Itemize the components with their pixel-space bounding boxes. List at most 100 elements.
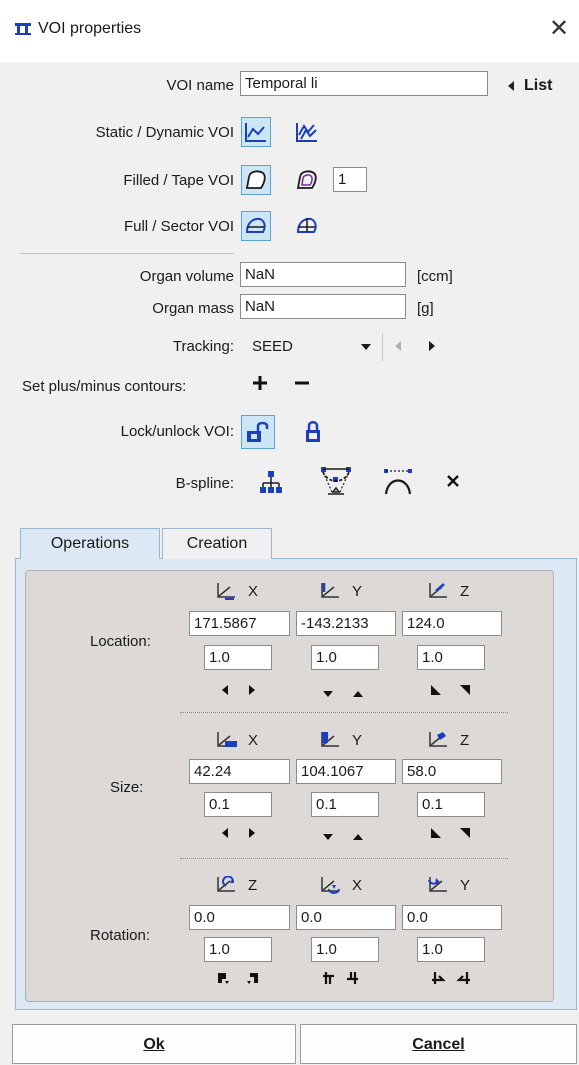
rotation-label: Rotation: bbox=[90, 927, 151, 944]
section-separator bbox=[180, 712, 508, 713]
static-voi-icon[interactable] bbox=[241, 117, 271, 147]
tab-creation[interactable]: Creation bbox=[162, 528, 272, 559]
size-z-header: Z bbox=[428, 731, 469, 749]
triangle-right-icon bbox=[249, 685, 255, 695]
rotate-z-icon bbox=[217, 876, 235, 892]
separator bbox=[20, 253, 234, 254]
location-y-increment[interactable] bbox=[352, 685, 364, 702]
tracking-label: Tracking: bbox=[172, 338, 234, 355]
dynamic-voi-icon[interactable] bbox=[292, 117, 322, 147]
rotation-z-input[interactable] bbox=[189, 905, 290, 930]
size-z-increment[interactable] bbox=[459, 826, 471, 843]
size-x-input[interactable] bbox=[189, 759, 290, 784]
rotate-y-icon bbox=[428, 877, 447, 892]
size-z-icon bbox=[429, 732, 447, 747]
rotation-y-ccw[interactable] bbox=[430, 971, 446, 989]
window-title: VOI properties bbox=[38, 20, 142, 37]
lock-icon[interactable] bbox=[296, 415, 330, 449]
rotation-z-cw[interactable] bbox=[246, 971, 260, 989]
location-z-decrement[interactable] bbox=[430, 683, 442, 700]
rotation-z-step[interactable] bbox=[204, 937, 272, 962]
rotation-y-cw[interactable] bbox=[456, 971, 472, 989]
location-x-input[interactable] bbox=[189, 611, 290, 636]
diagonal-up-icon bbox=[460, 828, 470, 838]
size-x-icon bbox=[217, 732, 237, 747]
ok-button[interactable]: Ok bbox=[12, 1024, 296, 1064]
rotate-x-icon bbox=[321, 877, 340, 894]
size-y-decrement[interactable] bbox=[322, 828, 334, 845]
rotation-x-step[interactable] bbox=[311, 937, 379, 962]
sector-voi-icon[interactable] bbox=[292, 211, 322, 241]
plus-minus-label: Set plus/minus contours: bbox=[22, 378, 187, 395]
rotate-x-cw-icon bbox=[347, 972, 358, 984]
bspline-curve-icon[interactable] bbox=[380, 464, 416, 500]
size-y-step[interactable] bbox=[311, 792, 379, 817]
size-x-step[interactable] bbox=[204, 792, 272, 817]
rotation-x-cw[interactable] bbox=[345, 971, 361, 989]
chevron-down-icon bbox=[361, 344, 371, 350]
tracking-value: SEED bbox=[252, 338, 293, 355]
location-y-decrement[interactable] bbox=[322, 685, 334, 702]
tape-voi-icon[interactable] bbox=[292, 165, 322, 195]
tape-width-input[interactable] bbox=[333, 167, 367, 192]
plus-icon bbox=[253, 376, 267, 390]
location-z-input[interactable] bbox=[402, 611, 502, 636]
location-label: Location: bbox=[90, 633, 151, 650]
lock-unlock-label: Lock/unlock VOI: bbox=[120, 423, 234, 440]
triangle-up-icon bbox=[353, 834, 363, 840]
location-z-step[interactable] bbox=[417, 645, 485, 670]
tab-operations[interactable]: Operations bbox=[20, 528, 160, 559]
bspline-remove-button[interactable] bbox=[446, 474, 460, 492]
size-y-increment[interactable] bbox=[352, 828, 364, 845]
size-x-decrement[interactable] bbox=[220, 826, 230, 843]
location-x-decrement[interactable] bbox=[220, 683, 230, 700]
bspline-label: B-spline: bbox=[175, 475, 234, 492]
rotation-x-input[interactable] bbox=[296, 905, 396, 930]
close-icon[interactable]: ✕ bbox=[544, 14, 574, 44]
location-x-increment[interactable] bbox=[247, 683, 257, 700]
rotation-z-header: Z bbox=[216, 876, 257, 894]
section-separator bbox=[180, 858, 508, 859]
rotate-cw-icon bbox=[247, 973, 258, 984]
triangle-right-icon bbox=[249, 828, 255, 838]
filled-tape-label: Filled / Tape VOI bbox=[123, 172, 234, 189]
rotation-x-ccw[interactable] bbox=[320, 971, 336, 989]
location-z-increment[interactable] bbox=[459, 683, 471, 700]
full-voi-icon[interactable] bbox=[241, 211, 271, 241]
tracking-select[interactable]: SEED bbox=[240, 333, 380, 361]
size-z-step[interactable] bbox=[417, 792, 485, 817]
unlock-icon[interactable] bbox=[241, 415, 275, 449]
rotation-y-input[interactable] bbox=[402, 905, 502, 930]
size-z-input[interactable] bbox=[402, 759, 502, 784]
rotation-y-step[interactable] bbox=[417, 937, 485, 962]
size-y-input[interactable] bbox=[296, 759, 396, 784]
triangle-left-icon bbox=[395, 341, 401, 351]
axis-x-icon bbox=[217, 583, 235, 600]
location-x-step[interactable] bbox=[204, 645, 272, 670]
bspline-tree-icon[interactable] bbox=[254, 466, 288, 500]
diagonal-down-icon bbox=[431, 828, 441, 838]
size-y-icon bbox=[321, 732, 339, 747]
voi-name-input[interactable] bbox=[240, 71, 488, 96]
cancel-button[interactable]: Cancel bbox=[300, 1024, 577, 1064]
location-y-header: Y bbox=[320, 582, 362, 600]
organ-volume-input[interactable] bbox=[240, 262, 406, 287]
rotation-z-ccw[interactable] bbox=[216, 971, 230, 989]
rotate-ccw-icon bbox=[218, 973, 229, 984]
location-y-input[interactable] bbox=[296, 611, 396, 636]
rotation-y-header: Y bbox=[428, 876, 470, 894]
location-x-header: X bbox=[216, 582, 258, 600]
tracking-next-button[interactable] bbox=[427, 339, 437, 357]
location-y-step[interactable] bbox=[311, 645, 379, 670]
organ-mass-input[interactable] bbox=[240, 294, 406, 319]
organ-volume-unit: [ccm] bbox=[417, 268, 453, 285]
bspline-control-points-icon[interactable] bbox=[316, 462, 356, 502]
filled-voi-icon[interactable] bbox=[241, 165, 271, 195]
triangle-down-icon bbox=[323, 691, 333, 697]
tracking-prev-button[interactable] bbox=[393, 339, 403, 357]
size-z-decrement[interactable] bbox=[430, 826, 442, 843]
plus-contour-button[interactable] bbox=[253, 376, 267, 394]
minus-contour-button[interactable] bbox=[295, 376, 309, 394]
size-x-increment[interactable] bbox=[247, 826, 257, 843]
list-button[interactable]: List bbox=[506, 77, 552, 95]
